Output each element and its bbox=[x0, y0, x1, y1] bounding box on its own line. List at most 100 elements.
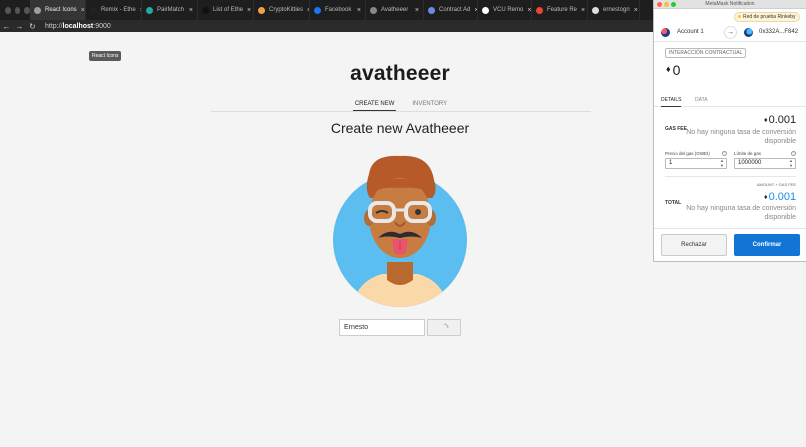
gas-limit-info-icon[interactable]: i bbox=[791, 151, 796, 156]
back-arrow-icon[interactable]: ← bbox=[0, 22, 13, 31]
url-scheme: http:// bbox=[45, 22, 63, 30]
tab-close-icon[interactable]: × bbox=[185, 7, 193, 14]
tab-favicon-icon bbox=[536, 6, 543, 14]
forward-arrow-icon[interactable]: → bbox=[13, 22, 26, 31]
create-avatar-button[interactable] bbox=[427, 319, 461, 336]
tab-label: Facebook bbox=[325, 7, 352, 13]
network-badge[interactable]: Red de prueba Rinkeby bbox=[734, 12, 800, 22]
tab-favicon-icon bbox=[370, 6, 377, 14]
tab-close-icon[interactable]: × bbox=[470, 7, 477, 14]
tab-details[interactable]: DETAILS bbox=[661, 97, 682, 107]
gas-fee-value: ♦0.001 bbox=[764, 114, 796, 126]
gas-price-value: 1 bbox=[669, 160, 673, 166]
total-value: ♦0.001 bbox=[764, 191, 796, 203]
site-title: avatheeer bbox=[350, 62, 450, 85]
tab-favicon-icon bbox=[592, 6, 599, 14]
recipient-avatar-icon bbox=[744, 28, 753, 37]
browser-tab[interactable]: Avatheeer × bbox=[366, 0, 424, 20]
tab-favicon-icon bbox=[428, 6, 435, 14]
tab-label: VCU Remo bbox=[493, 7, 524, 13]
browser-tab[interactable]: List of Ethe × bbox=[198, 0, 254, 20]
account-avatar-icon bbox=[661, 28, 670, 37]
browser-tab[interactable]: ernestogn × bbox=[588, 0, 640, 20]
tab-label: Avatheeer bbox=[381, 7, 409, 13]
gas-limit-input[interactable]: 1000000 ▲ ▼ bbox=[734, 158, 796, 169]
close-window-button[interactable] bbox=[5, 6, 11, 14]
tab-label: Feature Re bbox=[547, 7, 578, 13]
tab-favicon-icon bbox=[482, 6, 489, 14]
tab-favicon-icon bbox=[34, 6, 41, 14]
tab-close-icon[interactable]: × bbox=[411, 7, 419, 14]
tab-favicon-icon bbox=[314, 6, 321, 14]
page-heading: Create new Avatheeer bbox=[330, 120, 470, 136]
tab-data[interactable]: DATA bbox=[695, 97, 708, 103]
metamask-titlebar: MetaMask Notification bbox=[654, 0, 806, 9]
stepper-icon[interactable]: ▲ ▼ bbox=[720, 158, 724, 168]
minimize-window-button[interactable] bbox=[14, 6, 21, 14]
tab-strip: React Icons×Remix - Ethe×PairMatch×List … bbox=[30, 0, 640, 20]
arrow-right-icon: → bbox=[724, 26, 737, 39]
url-field[interactable]: http://localhost:9000 bbox=[45, 23, 111, 30]
avatar-name-input[interactable] bbox=[339, 319, 425, 336]
total-conversion-note: No hay ninguna tasa de conversión dispon… bbox=[686, 205, 796, 221]
window-controls bbox=[0, 6, 31, 14]
confirm-button[interactable]: Confirmar bbox=[734, 234, 800, 256]
browser-tab[interactable]: Remix - Ethe× bbox=[86, 0, 142, 20]
reject-button[interactable]: Rechazar bbox=[661, 234, 727, 256]
tab-label: PairMatch bbox=[157, 7, 185, 13]
network-label: Red de prueba Rinkeby bbox=[743, 14, 796, 20]
gas-price-info-icon[interactable]: i bbox=[722, 151, 727, 156]
tab-close-icon[interactable]: × bbox=[353, 7, 361, 14]
browser-tab[interactable]: Feature Re × bbox=[532, 0, 588, 20]
account-row: Account 1 → 0x332A...F842 bbox=[654, 24, 806, 42]
tab-label: React Icons bbox=[45, 7, 77, 13]
browser-tab[interactable]: Facebook × bbox=[310, 0, 366, 20]
avatar-illustration bbox=[333, 155, 467, 307]
browser-tab[interactable]: CryptoKitties× bbox=[254, 0, 310, 20]
recipient-address: 0x332A...F842 bbox=[759, 29, 799, 35]
tab-favicon-icon bbox=[202, 6, 209, 14]
contract-interaction-tag: INTERACCIÓN CONTRACTUAL bbox=[665, 48, 747, 58]
metamask-popup: MetaMask Notification Red de prueba Rink… bbox=[653, 0, 806, 262]
amount-plus-gas-label: AMOUNT + GAS FEE bbox=[756, 182, 796, 187]
site-nav: CREATE NEW INVENTORY bbox=[211, 100, 591, 112]
browser-tab[interactable]: VCU Remo × bbox=[478, 0, 532, 20]
gas-limit-label: Límite de gas bbox=[734, 151, 762, 156]
nav-inventory[interactable]: INVENTORY bbox=[410, 100, 449, 111]
gas-limit-value: 1000000 bbox=[738, 160, 762, 166]
total-amount: 0.001 bbox=[768, 191, 797, 203]
tab-favicon-icon bbox=[258, 6, 265, 14]
reload-icon[interactable]: ↻ bbox=[26, 22, 39, 31]
browser-tab[interactable]: PairMatch × bbox=[142, 0, 198, 20]
tab-close-icon[interactable]: × bbox=[577, 7, 585, 14]
metamask-tabs: DETAILS DATA bbox=[654, 94, 806, 107]
gas-fee-conversion-note: No hay ninguna tasa de conversión dispon… bbox=[686, 129, 796, 145]
tab-tooltip: React Icons bbox=[89, 51, 122, 61]
tab-label: Contract Ad bbox=[439, 7, 471, 13]
tab-close-icon[interactable]: × bbox=[243, 7, 251, 14]
tab-label: Remix - Ethe bbox=[101, 7, 136, 13]
tab-close-icon[interactable]: × bbox=[523, 7, 531, 14]
section-divider bbox=[665, 176, 796, 177]
eth-icon: ♦ bbox=[764, 117, 768, 124]
eth-icon: ♦ bbox=[666, 64, 671, 74]
account-name: Account 1 bbox=[677, 29, 704, 35]
network-dot-icon bbox=[738, 15, 741, 19]
tab-label: CryptoKitties bbox=[269, 7, 304, 13]
browser-tab[interactable]: Contract Ad× bbox=[424, 0, 478, 20]
metamask-footer bbox=[654, 228, 806, 229]
loading-spinner-icon bbox=[443, 323, 449, 328]
tab-close-icon[interactable]: × bbox=[630, 7, 638, 14]
browser-tab[interactable]: React Icons × bbox=[30, 0, 86, 20]
tab-close-icon[interactable]: × bbox=[77, 7, 85, 14]
gas-fee-amount: 0.001 bbox=[768, 114, 797, 126]
nav-create-new[interactable]: CREATE NEW bbox=[352, 100, 397, 111]
gas-price-input[interactable]: 1 ▲ ▼ bbox=[665, 158, 727, 169]
tab-favicon-icon bbox=[146, 6, 153, 14]
tab-label: ernestogn bbox=[603, 7, 630, 13]
url-port: :9000 bbox=[93, 22, 111, 30]
tab-close-icon[interactable]: × bbox=[303, 7, 309, 14]
stepper-icon[interactable]: ▲ ▼ bbox=[789, 158, 793, 168]
url-host: localhost bbox=[62, 22, 94, 30]
tx-amount-value: 0 bbox=[672, 62, 681, 78]
